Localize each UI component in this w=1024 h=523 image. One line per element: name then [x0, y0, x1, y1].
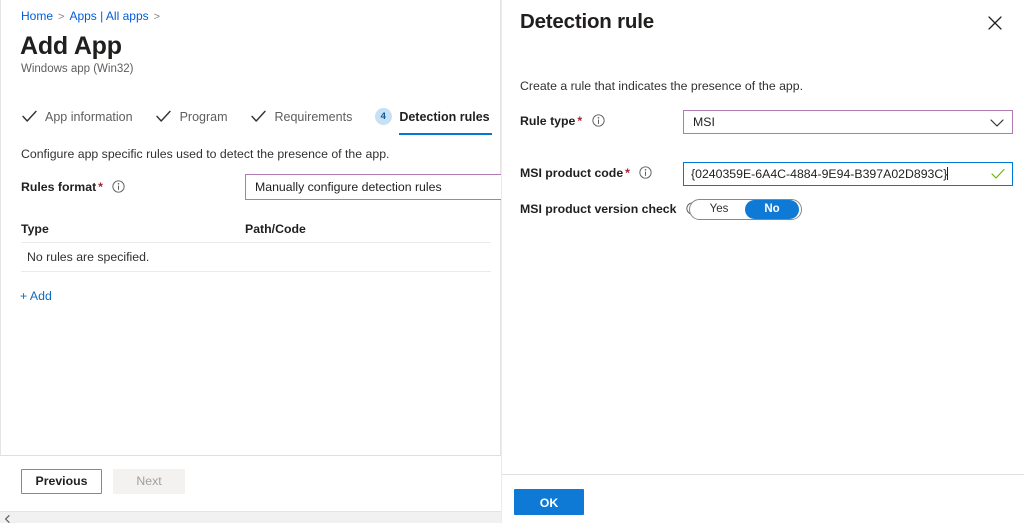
panel-footer: OK [502, 475, 1024, 523]
table-header-row: Type Path/Code [21, 215, 491, 243]
tab-app-information[interactable]: App information [20, 103, 133, 130]
page-subtitle: Windows app (Win32) [21, 63, 134, 75]
add-app-blade: Home > Apps | All apps > Add App Windows ap… [0, 0, 501, 523]
tab-label: App information [45, 109, 133, 124]
breadcrumb-separator: > [58, 11, 65, 23]
msi-product-version-check-row: MSI product version check Yes No [520, 198, 1015, 224]
previous-button[interactable]: Previous [21, 469, 102, 494]
add-rule-link[interactable]: + Add [20, 289, 52, 303]
info-icon[interactable] [639, 166, 653, 182]
rules-format-row: Rules format * Manually configure detecti… [21, 174, 501, 202]
rules-format-dropdown[interactable]: Manually configure detection rules [245, 174, 501, 200]
next-button: Next [113, 469, 185, 494]
rule-type-row: Rule type * MSI [520, 110, 1015, 136]
blade-scroll-area: Home > Apps | All apps > Add App Windows ap… [0, 0, 501, 511]
required-marker: * [98, 180, 103, 194]
breadcrumb: Home > Apps | All apps > [21, 8, 165, 25]
tab-label: Program [179, 109, 228, 124]
toggle-option-yes[interactable]: Yes [694, 200, 744, 219]
panel-body: Create a rule that indicates the presenc… [502, 48, 1024, 474]
rule-type-dropdown[interactable]: MSI [683, 110, 1013, 134]
app-root: Home > Apps | All apps > Add App Windows ap… [0, 0, 1024, 523]
msi-product-code-row: MSI product code * {0240359E-6A4C-4884-9E… [520, 162, 1015, 188]
tab-underline [399, 133, 492, 135]
msi-product-version-check-label: MSI product version check [520, 202, 699, 218]
breadcrumb-item-apps[interactable]: Apps | All apps [69, 9, 148, 23]
table-row: No rules are specified. [21, 243, 491, 272]
msi-product-code-value: {0240359E-6A4C-4884-9E94-B397A02D893C} [691, 163, 949, 185]
rule-type-label-text: Rule type [520, 114, 576, 128]
tab-detection-rules[interactable]: 4 Detection rules [374, 103, 492, 135]
caret-left-icon[interactable] [2, 513, 13, 523]
tab-program[interactable]: Program [155, 103, 228, 130]
panel-description: Create a rule that indicates the presenc… [520, 79, 804, 93]
detection-rule-panel: Detection rule Create a rule that indica… [501, 0, 1024, 523]
msi-product-code-label: MSI product code * [520, 166, 653, 182]
check-icon [20, 108, 38, 126]
checkmark-icon [991, 167, 1005, 185]
breadcrumb-item-home[interactable]: Home [21, 9, 53, 23]
step-badge: 4 [374, 108, 392, 126]
info-icon[interactable] [112, 180, 126, 196]
blade-left-rail [0, 0, 1, 511]
horizontal-scrollbar[interactable] [0, 511, 501, 523]
panel-header: Detection rule [502, 0, 1024, 48]
msi-product-version-check-toggle[interactable]: Yes No [689, 199, 802, 220]
tab-label: Requirements [274, 109, 353, 124]
check-icon [155, 108, 173, 126]
column-header-path-code: Path/Code [245, 221, 306, 236]
wizard-tabs: App information Program Requirements 4 D… [20, 103, 501, 135]
panel-title: Detection rule [520, 10, 654, 33]
chevron-down-icon [990, 115, 1004, 133]
tab-requirements[interactable]: Requirements [250, 103, 353, 130]
page-title: Add App [20, 32, 122, 60]
msi-product-code-label-text: MSI product code [520, 166, 624, 180]
required-marker: * [577, 114, 583, 128]
msi-product-version-check-label-text: MSI product version check [520, 202, 677, 216]
tab-label: Detection rules [399, 109, 490, 124]
rules-format-label: Rules format * [21, 180, 126, 196]
msi-product-code-text: {0240359E-6A4C-4884-9E94-B397A02D893C} [691, 167, 948, 181]
close-icon[interactable] [982, 10, 1008, 36]
rule-type-label: Rule type * [520, 114, 605, 130]
detection-rules-table: Type Path/Code No rules are specified. [21, 215, 491, 272]
text-caret [947, 167, 949, 180]
section-description: Configure app specific rules used to det… [21, 147, 390, 161]
column-header-type: Type [21, 221, 49, 236]
rules-format-label-text: Rules format [21, 180, 97, 194]
table-empty-message: No rules are specified. [27, 250, 150, 264]
rules-format-value: Manually configure detection rules [255, 180, 442, 194]
check-icon [250, 108, 268, 126]
info-icon[interactable] [591, 114, 605, 130]
step-number: 4 [374, 108, 392, 125]
ok-button[interactable]: OK [514, 489, 584, 515]
msi-product-code-input[interactable]: {0240359E-6A4C-4884-9E94-B397A02D893C} [683, 162, 1013, 186]
required-marker: * [625, 166, 630, 180]
toggle-option-no[interactable]: No [745, 200, 799, 219]
rule-type-value: MSI [693, 115, 715, 129]
blade-footer: Previous Next [0, 456, 501, 511]
breadcrumb-separator-2: > [153, 11, 161, 23]
